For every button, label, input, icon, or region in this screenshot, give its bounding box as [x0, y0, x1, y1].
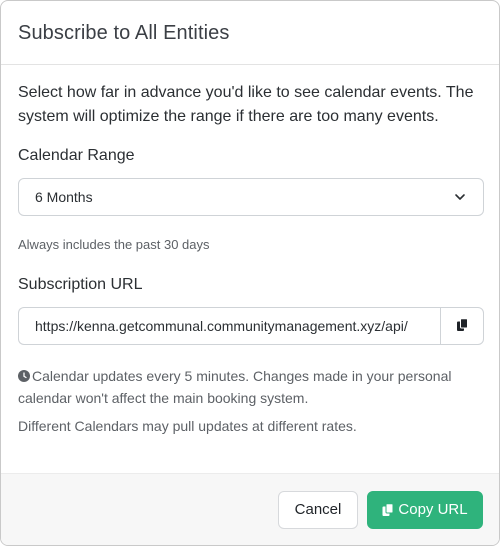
subscription-url-group	[18, 307, 484, 345]
copy-url-icon-button[interactable]	[440, 307, 484, 345]
update-note: Calendar updates every 5 minutes. Change…	[18, 365, 484, 409]
clock-icon	[18, 366, 30, 382]
chevron-down-icon	[453, 190, 467, 204]
update-note-text: Calendar updates every 5 minutes. Change…	[18, 368, 452, 406]
dialog-body: Select how far in advance you'd like to …	[1, 65, 499, 435]
intro-text: Select how far in advance you'd like to …	[18, 84, 474, 125]
calendar-range-select[interactable]: 6 Months	[18, 178, 484, 216]
copy-url-button-label: Copy URL	[398, 501, 468, 518]
calendar-range-help: Always includes the past 30 days	[18, 237, 210, 252]
subscription-url-field[interactable]	[18, 307, 440, 345]
rates-note: Different Calendars may pull updates at …	[18, 418, 357, 434]
copy-icon	[382, 502, 394, 517]
dialog-title: Subscribe to All Entities	[18, 22, 230, 44]
dialog-footer: Cancel Copy URL	[1, 473, 499, 545]
copy-url-button[interactable]: Copy URL	[367, 490, 483, 529]
subscription-url-label: Subscription URL	[18, 276, 143, 293]
calendar-range-label: Calendar Range	[18, 147, 135, 164]
cancel-button[interactable]: Cancel	[278, 490, 358, 529]
copy-icon	[456, 317, 469, 335]
dialog-header: Subscribe to All Entities	[1, 1, 499, 65]
subscribe-dialog: Subscribe to All Entities Select how far…	[0, 0, 500, 546]
calendar-range-value: 6 Months	[35, 189, 93, 205]
